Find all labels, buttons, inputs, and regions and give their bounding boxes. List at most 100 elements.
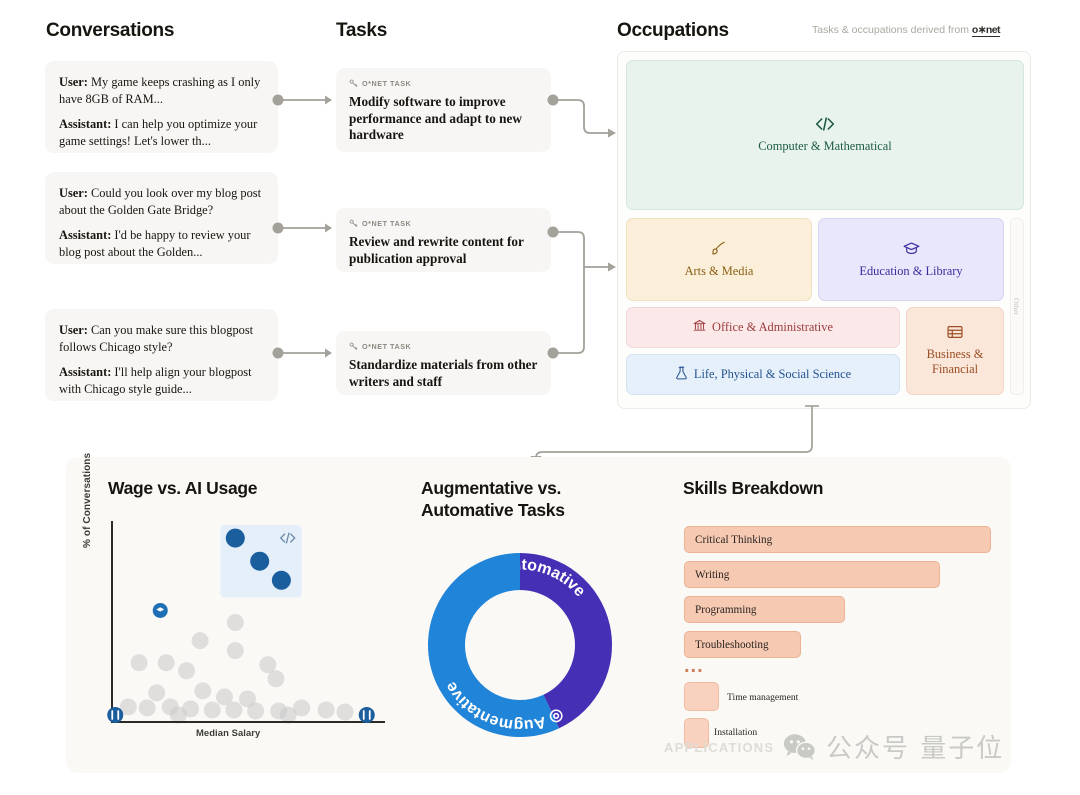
scatter-point xyxy=(203,701,221,719)
occupation-card-office-administrative[interactable]: Office & Administrative xyxy=(626,307,900,348)
connector-task-to-occupation xyxy=(547,94,616,138)
code-icon xyxy=(815,116,835,135)
scatter-point xyxy=(247,702,265,720)
occupation-label: Business & Financial xyxy=(926,347,984,376)
task-text: Standardize materials from other writers… xyxy=(349,357,538,389)
scatter-point xyxy=(336,703,354,721)
derived-source-note: Tasks & occupations derived from o∗net xyxy=(812,24,1000,37)
conversation-card[interactable]: User: Can you make sure this blogpost fo… xyxy=(45,309,278,401)
scatter-point xyxy=(148,684,166,702)
occupation-card-life-physical-social-science[interactable]: Life, Physical & Social Science xyxy=(626,354,900,395)
scatter-point xyxy=(157,654,175,672)
task-card[interactable]: O*NET TASK Review and rewrite content fo… xyxy=(336,208,551,272)
page-title-occupations: Occupations xyxy=(617,20,729,41)
donut-chart-augmentative-automative[interactable]: ◎ Automative◎ Augmentative xyxy=(420,545,620,745)
applications-section-label: APPLICATIONS xyxy=(664,740,775,755)
conversation-card[interactable]: User: Could you look over my blog post a… xyxy=(45,172,278,264)
skill-label: Writing xyxy=(695,568,730,581)
occupation-label: Other xyxy=(1012,297,1022,316)
scatter-point xyxy=(194,682,212,700)
chart-title-wage-vs-ai-usage: Wage vs. AI Usage xyxy=(108,478,258,498)
conversation-user-line: User: Could you look over my blog post a… xyxy=(59,185,264,218)
skill-bar-programming[interactable]: Programming xyxy=(684,596,845,623)
occupation-label: Life, Physical & Social Science xyxy=(693,367,852,382)
task-tag-label: O*NET TASK xyxy=(362,219,412,228)
onet-logo: o∗net xyxy=(971,24,1000,37)
scatter-plot-wage-vs-ai-usage[interactable] xyxy=(104,515,389,740)
table-icon xyxy=(947,325,963,343)
graduation-cap-icon xyxy=(903,241,920,260)
occupation-card-computer-mathematical[interactable]: Computer & Mathematical xyxy=(626,60,1024,210)
task-tag-label: O*NET TASK xyxy=(362,79,412,88)
skill-bar-writing[interactable]: Writing xyxy=(684,561,940,588)
scatter-y-axis-label: % of Conversations xyxy=(82,452,93,548)
skill-bar-troubleshooting[interactable]: Troubleshooting xyxy=(684,631,801,658)
flask-icon xyxy=(675,366,688,384)
page-title-tasks: Tasks xyxy=(336,20,387,41)
user-text: Could you look over my blog post about t… xyxy=(59,186,262,217)
conversation-card[interactable]: User: My game keeps crashing as I only h… xyxy=(45,61,278,153)
task-tag-label: O*NET TASK xyxy=(362,342,412,351)
conversation-assistant-line: Assistant: I'd be happy to review your b… xyxy=(59,227,264,260)
user-label: User: xyxy=(59,75,88,89)
skill-label: Troubleshooting xyxy=(695,638,769,651)
user-label: User: xyxy=(59,186,88,200)
user-label: User: xyxy=(59,323,88,337)
task-tag: O*NET TASK xyxy=(349,342,538,351)
connector-conversation-to-task xyxy=(272,222,332,234)
scatter-point xyxy=(138,699,156,717)
conversation-assistant-line: Assistant: I can help you optimize your … xyxy=(59,116,264,149)
paintbrush-icon xyxy=(711,240,727,260)
task-text: Review and rewrite content for publicati… xyxy=(349,234,524,266)
occupation-card-education-library[interactable]: Education & Library xyxy=(818,218,1004,301)
user-text: My game keeps crashing as I only have 8G… xyxy=(59,75,261,106)
occupation-label: Education & Library xyxy=(859,263,963,278)
connector-occupations-to-applications xyxy=(530,405,819,465)
connector-conversation-to-task xyxy=(272,347,332,359)
assistant-label: Assistant: xyxy=(59,365,112,379)
skill-label: Critical Thinking xyxy=(695,533,773,546)
chart-title-skills-breakdown: Skills Breakdown xyxy=(683,478,824,498)
wrench-icon xyxy=(358,706,375,723)
scatter-point xyxy=(226,614,244,632)
page-title-conversations: Conversations xyxy=(46,20,175,41)
skills-truncated-indicator: ... xyxy=(684,655,704,677)
bank-icon xyxy=(693,319,706,336)
skill-bar-critical-thinking[interactable]: Critical Thinking xyxy=(684,526,991,553)
conversation-user-line: User: My game keeps crashing as I only h… xyxy=(59,74,264,107)
scatter-point xyxy=(271,570,291,590)
user-text: Can you make sure this blogpost follows … xyxy=(59,323,254,354)
assistant-label: Assistant: xyxy=(59,117,112,131)
task-tag: O*NET TASK xyxy=(349,79,538,88)
skill-chip-time-management[interactable] xyxy=(684,682,719,711)
task-tag: O*NET TASK xyxy=(349,219,538,228)
conversation-assistant-line: Assistant: I'll help align your blogpost… xyxy=(59,364,264,397)
key-icon xyxy=(349,79,358,88)
connector-task-to-occupation xyxy=(547,226,616,359)
scatter-point xyxy=(250,551,270,571)
task-card[interactable]: O*NET TASK Modify software to improve pe… xyxy=(336,68,551,152)
scatter-point xyxy=(130,654,148,672)
key-icon xyxy=(349,219,358,228)
derived-source-text: Tasks & occupations derived from xyxy=(812,24,969,36)
occupation-card-arts-media[interactable]: Arts & Media xyxy=(626,218,812,301)
scatter-point xyxy=(225,701,243,719)
assistant-label: Assistant: xyxy=(59,228,112,242)
skill-chip-label-time-management: Time management xyxy=(727,692,799,703)
scatter-point xyxy=(279,706,297,724)
occupation-card-other[interactable]: Other xyxy=(1010,218,1024,395)
scatter-point xyxy=(317,701,335,719)
occupation-card-business-financial[interactable]: Business & Financial xyxy=(906,307,1004,395)
skill-label: Programming xyxy=(695,603,757,616)
task-card[interactable]: O*NET TASK Standardize materials from ot… xyxy=(336,331,551,395)
occupation-label: Office & Administrative xyxy=(712,320,833,335)
scatter-point xyxy=(191,632,209,650)
connector-conversation-to-task xyxy=(272,94,332,106)
key-icon xyxy=(349,342,358,351)
skill-chip-label-installation: Installation xyxy=(714,727,758,738)
scatter-point xyxy=(169,706,187,724)
task-text: Modify software to improve performance a… xyxy=(349,94,522,142)
occupations-panel: Computer & Mathematical Arts & Media Edu… xyxy=(617,51,1031,409)
scatter-point xyxy=(267,670,285,688)
scatter-point xyxy=(226,642,244,660)
